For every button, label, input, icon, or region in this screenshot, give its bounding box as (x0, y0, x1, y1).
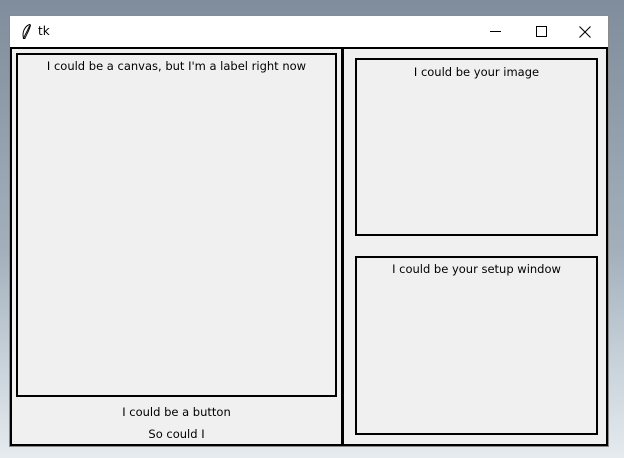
app-window: tk I could be a canvas, but I'm a label … (9, 15, 609, 447)
minimize-icon (489, 26, 501, 37)
image-box (355, 58, 598, 236)
setup-window-box (355, 256, 598, 435)
image-label: I could be your image (413, 65, 540, 79)
button-label[interactable]: I could be a button (16, 405, 337, 419)
canvas-label: I could be a canvas, but I'm a label rig… (46, 59, 307, 73)
minimize-button[interactable] (472, 16, 518, 47)
close-button[interactable] (562, 16, 608, 47)
so-could-i-label[interactable]: So could I (16, 427, 337, 441)
canvas-label-box (16, 53, 337, 397)
setup-window-label: I could be your setup window (392, 262, 561, 276)
window-title: tk (38, 24, 50, 38)
maximize-button[interactable] (518, 16, 564, 47)
title-bar[interactable]: tk (10, 16, 608, 47)
window-client-area: I could be a canvas, but I'm a label rig… (10, 47, 608, 446)
tk-feather-icon (18, 23, 34, 40)
maximize-icon (535, 26, 547, 37)
close-icon (579, 25, 591, 38)
